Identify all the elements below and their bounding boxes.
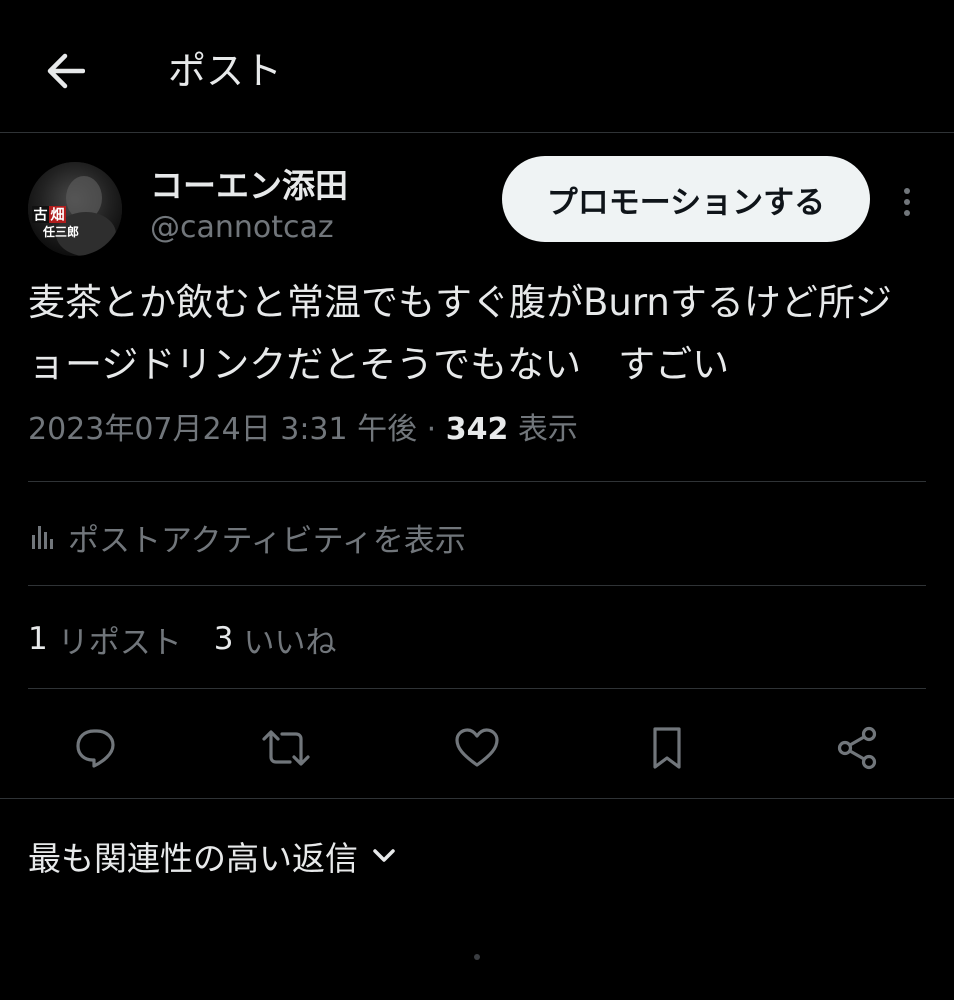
arrow-left-icon (47, 53, 85, 89)
likes-stat[interactable]: 3 いいね (214, 617, 337, 662)
bar-chart-icon (32, 526, 53, 549)
replies-sort-label: 最も関連性の高い返信 (28, 839, 358, 878)
chevron-down-icon (372, 848, 396, 864)
views-label: 表示 (508, 412, 578, 447)
divider (28, 585, 926, 586)
more-vertical-icon-dot-3 (904, 210, 910, 216)
engagement-stats: 1 リポスト 3 いいね (28, 614, 368, 664)
likes-label: いいね (243, 624, 337, 661)
reposts-stat[interactable]: 1 リポスト (28, 617, 182, 662)
top-bar: ポスト (0, 0, 954, 133)
repost-button[interactable] (256, 718, 316, 778)
more-vertical-icon-dot-1 (904, 188, 910, 194)
like-button[interactable] (447, 718, 507, 778)
action-bar (0, 700, 954, 799)
reply-icon (76, 729, 115, 768)
views-count: 342 (445, 412, 509, 447)
reposts-count: 1 (28, 621, 48, 657)
divider (28, 688, 926, 689)
bookmark-button[interactable] (637, 718, 697, 778)
avatar[interactable]: 古 畑 任三郎 (28, 162, 122, 256)
repost-icon (262, 730, 310, 766)
scroll-indicator (474, 954, 480, 960)
more-vertical-icon-dot-2 (904, 199, 910, 205)
page-title: ポスト (168, 49, 283, 93)
author-handle[interactable]: @cannotcaz (150, 208, 334, 248)
post-activity-label: ポストアクティビティを表示 (68, 522, 466, 559)
meta-separator: · (417, 412, 446, 447)
like-icon (455, 728, 499, 767)
reposts-label: リポスト (57, 624, 182, 661)
avatar-text-1: 古 (34, 207, 48, 224)
tweet-text: 麦茶とか飲むと常温でもすぐ腹がBurnするけど所ジョージドリンクだとそうでもない… (28, 281, 892, 386)
share-icon (837, 726, 877, 770)
author-row: 古 畑 任三郎 コーエン添田 @cannotcaz プロモーションする (28, 156, 926, 260)
tweet-meta: 2023年07月24日 3:31 午後 · 342 表示 (28, 408, 578, 452)
avatar-text-2: 畑 (50, 208, 65, 224)
avatar-text-3: 任三郎 (42, 224, 79, 239)
author-display-name[interactable]: コーエン添田 (150, 164, 348, 208)
post-activity-link[interactable]: ポストアクティビティを表示 (28, 512, 466, 562)
more-options-button[interactable] (890, 178, 924, 226)
back-button[interactable] (36, 42, 94, 100)
bookmark-icon (653, 727, 681, 769)
tweet-timestamp[interactable]: 2023年07月24日 3:31 午後 (28, 412, 417, 447)
promote-button[interactable]: プロモーションする (502, 156, 870, 242)
avatar-image: 古 畑 任三郎 (28, 162, 122, 256)
share-button[interactable] (827, 718, 887, 778)
divider (28, 481, 926, 482)
likes-count: 3 (213, 621, 234, 657)
reply-button[interactable] (66, 718, 126, 778)
replies-sort-selector[interactable]: 最も関連性の高い返信 (28, 832, 396, 880)
